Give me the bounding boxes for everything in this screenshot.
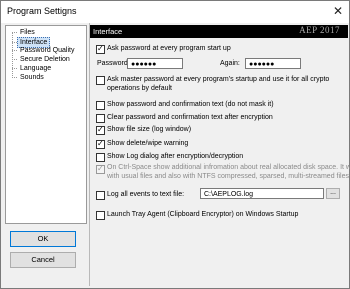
show-file-size-label: Show file size (log window)	[107, 126, 192, 133]
launch-tray-agent-checkbox[interactable]	[96, 211, 105, 220]
sidebar-item-label: Secure Deletion	[20, 56, 70, 63]
ask-master-password-checkbox[interactable]	[96, 76, 105, 85]
settings-window: Program Settigns ✕ Files Interface Passw…	[0, 0, 350, 289]
cancel-button[interactable]: Cancel	[10, 252, 76, 268]
window-title: Program Settigns	[7, 6, 77, 16]
title-bar: Program Settigns ✕	[1, 1, 349, 23]
sidebar-item-language[interactable]: Language	[12, 64, 53, 73]
show-file-size-checkbox[interactable]	[96, 125, 105, 135]
clear-password-checkbox[interactable]	[96, 114, 105, 123]
sidebar-item-files[interactable]: Files	[12, 28, 37, 37]
show-delete-warning-checkbox[interactable]	[96, 139, 105, 149]
ok-button[interactable]: OK	[10, 231, 76, 247]
close-icon[interactable]: ✕	[333, 4, 343, 18]
sidebar-item-label: Language	[20, 65, 52, 72]
ask-master-password-label-line1: Ask master password at every program's s…	[107, 76, 330, 83]
ask-password-checkbox[interactable]	[96, 44, 105, 54]
ctrl-space-info-label-line2: with usual files and also with NTFS comp…	[107, 173, 349, 180]
sidebar-item-password-quality[interactable]: Password Quality	[12, 46, 76, 55]
panel-header: Interface AEP 2017	[90, 25, 348, 38]
ctrl-space-info-label-line1: On Ctrl-Space show additional infromatio…	[107, 164, 350, 171]
panel-title: Interface	[93, 27, 123, 36]
ask-master-password-label-line2: operations by default	[107, 85, 172, 92]
sidebar-item-label: Files	[20, 29, 35, 36]
show-password-checkbox[interactable]	[96, 101, 105, 110]
tree-connector	[12, 32, 13, 78]
clear-password-label: Clear password and confirmation text aft…	[107, 114, 273, 121]
password-field[interactable]: ●●●●●●	[127, 58, 183, 69]
ask-password-label: Ask password at every program start up	[107, 45, 231, 52]
sidebar-item-label: Sounds	[20, 74, 44, 81]
browse-log-file-button[interactable]: ...	[326, 188, 340, 199]
ctrl-space-info-checkbox	[96, 164, 105, 174]
sidebar-item-secure-deletion[interactable]: Secure Deletion	[12, 55, 72, 64]
log-file-path-input[interactable]: C:\AEPLOG.log	[200, 188, 324, 199]
again-label: Again:	[220, 60, 240, 67]
sidebar-item-label: Interface	[20, 39, 48, 46]
show-delete-warning-label: Show delete/wipe warning	[107, 140, 189, 147]
log-events-label: Log all events to text file:	[107, 191, 185, 198]
password-again-field[interactable]: ●●●●●●	[245, 58, 301, 69]
sidebar-item-label: Password Quality	[20, 47, 75, 54]
launch-tray-agent-label: Launch Tray Agent (Clipboard Encryptor) …	[107, 211, 299, 218]
log-events-checkbox[interactable]	[96, 191, 105, 200]
brand-label: AEP 2017	[299, 25, 340, 35]
settings-category-tree: Files Interface Password Quality Secure …	[5, 25, 87, 224]
show-log-dialog-checkbox[interactable]	[96, 153, 105, 162]
password-label: Password:	[97, 60, 130, 67]
show-password-label: Show password and confirmation text (do …	[107, 101, 274, 108]
interface-settings-panel: Interface AEP 2017 Ask password at every…	[89, 23, 350, 286]
show-log-dialog-label: Show Log dialog after encryption/decrypt…	[107, 153, 244, 160]
sidebar-item-sounds[interactable]: Sounds	[12, 73, 46, 82]
